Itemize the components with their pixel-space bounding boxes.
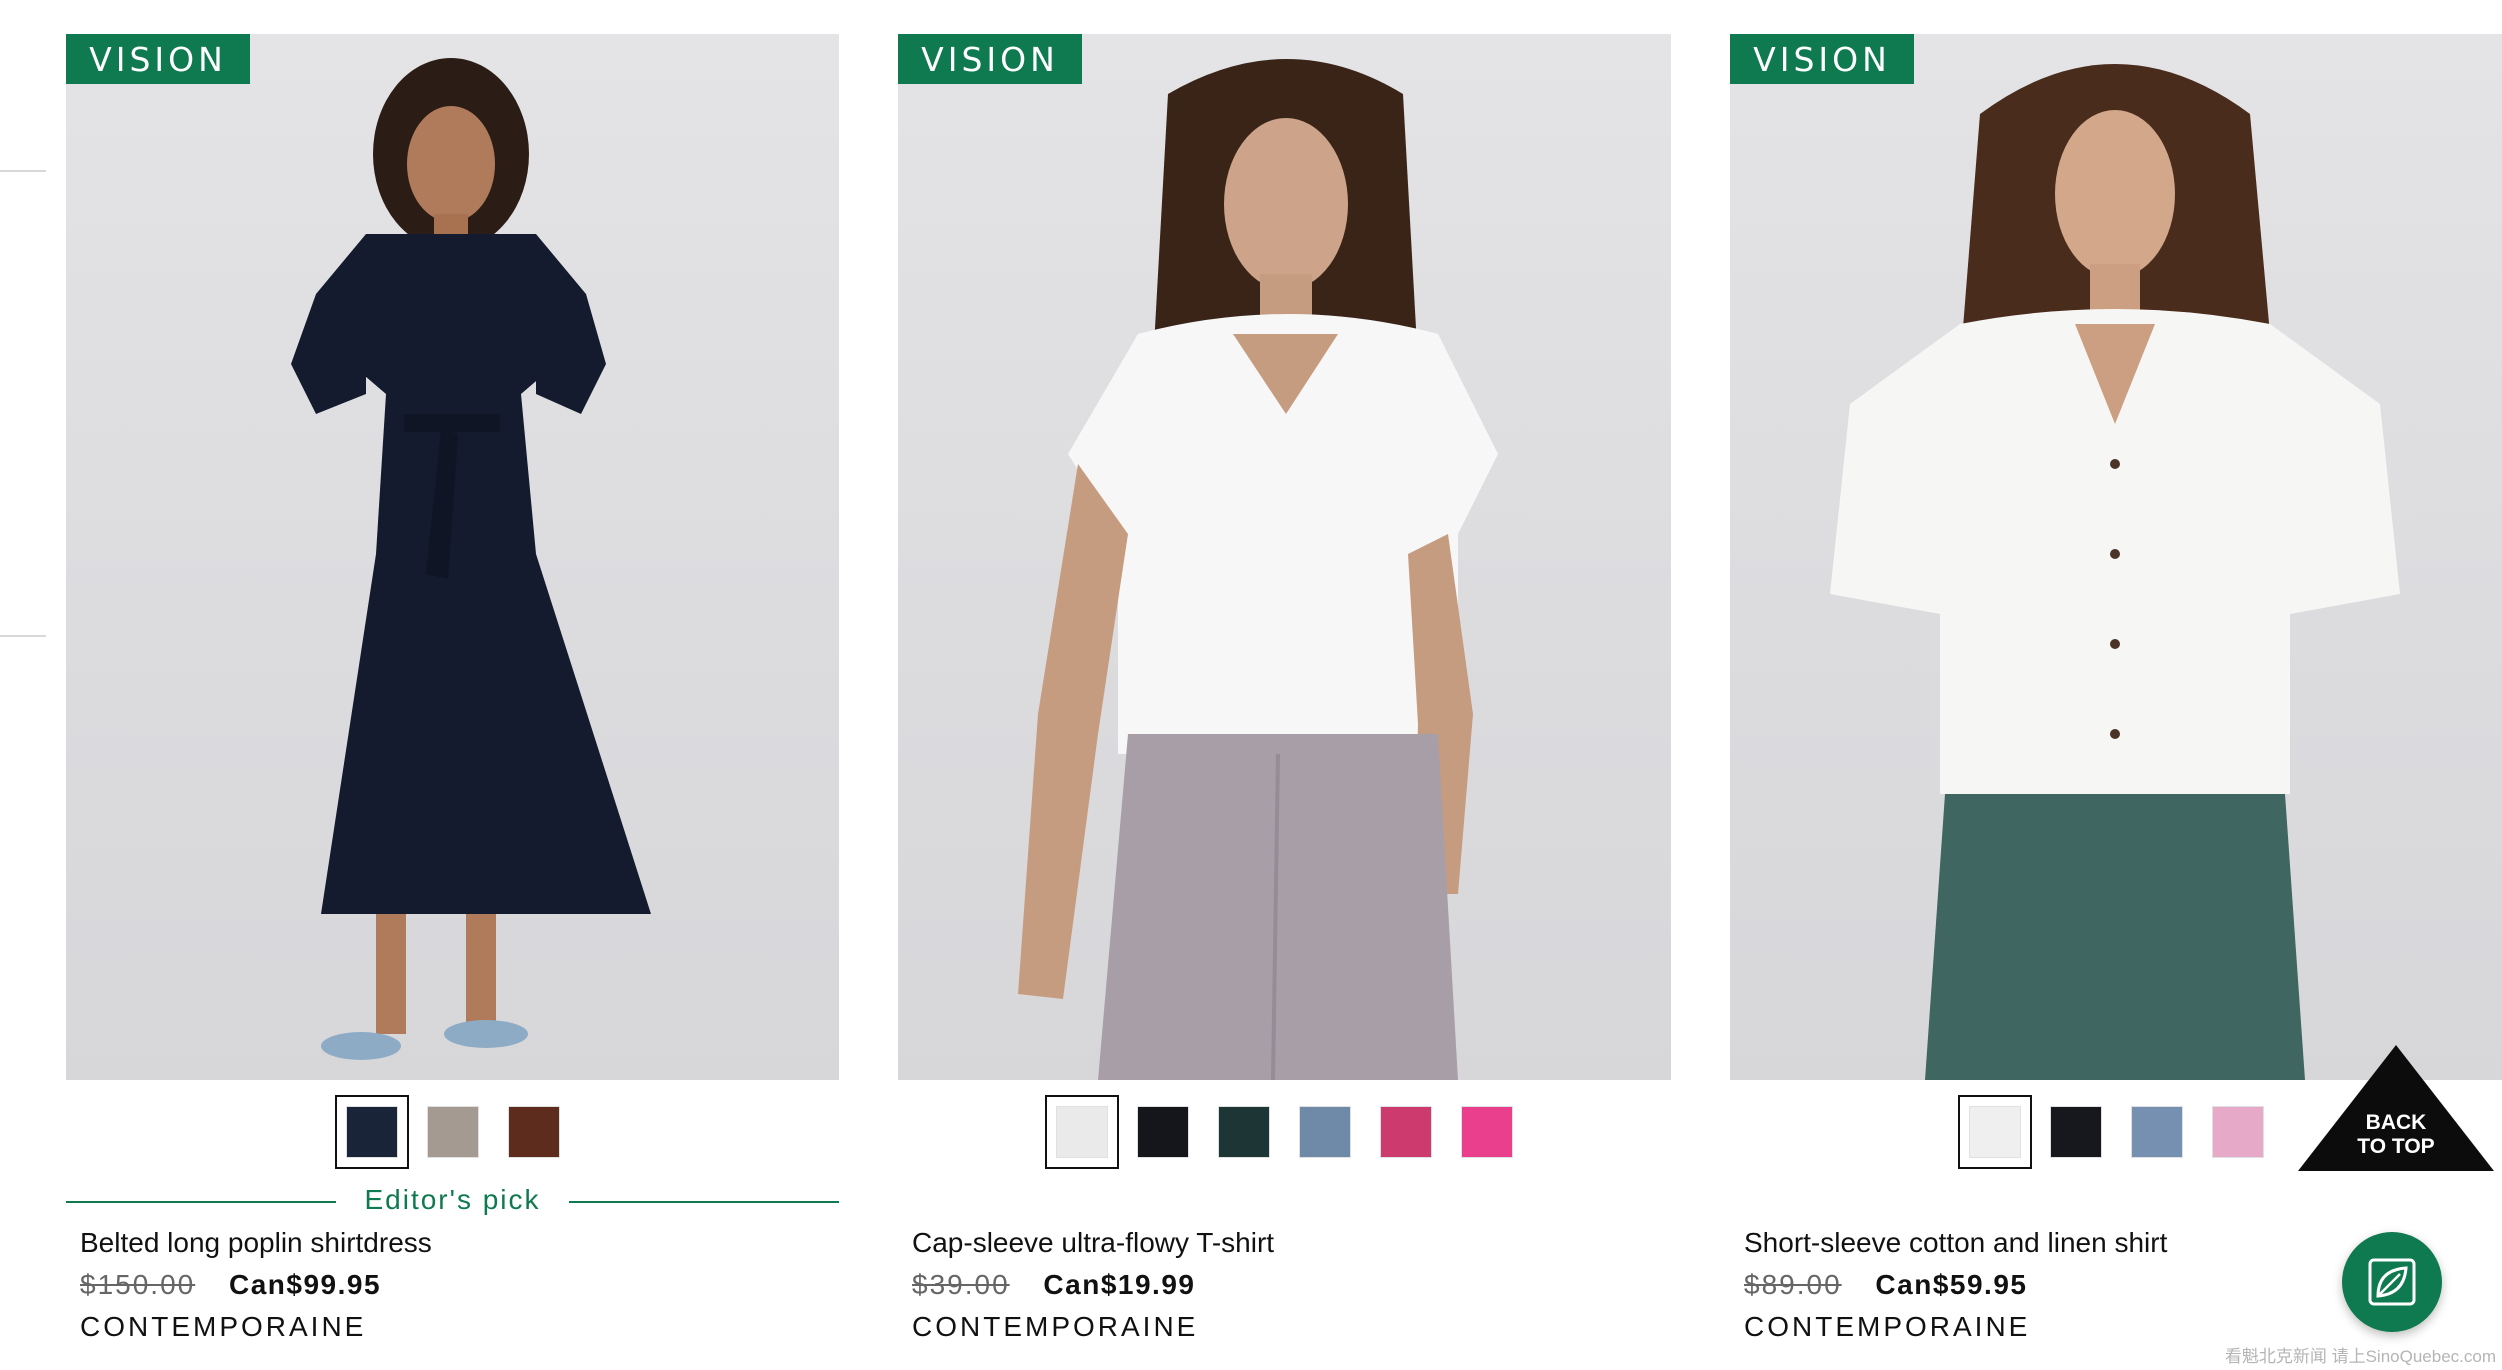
color-swatch-pink[interactable] <box>2212 1106 2264 1158</box>
product-name[interactable]: Belted long poplin shirtdress <box>80 1224 839 1262</box>
left-edge-divider <box>0 170 46 172</box>
back-to-top-label: BACK TO TOP <box>2296 1111 2496 1159</box>
product-card[interactable]: VISION Cap-sleeve ultra-flowy T-shirt $3… <box>898 34 1671 1346</box>
divider <box>569 1201 839 1203</box>
color-swatch-dark-teal[interactable] <box>1218 1106 1270 1158</box>
product-card[interactable]: VISION Editor's pick Belted long poplin … <box>66 34 839 1346</box>
color-swatch-pink[interactable] <box>1461 1106 1513 1158</box>
editors-pick-banner: Editor's pick <box>66 1174 839 1224</box>
model-photo-dress <box>291 58 651 1060</box>
color-swatches <box>66 1095 839 1169</box>
product-brand: CONTEMPORAINE <box>80 1311 367 1342</box>
back-to-top-button[interactable]: BACK TO TOP <box>2296 1043 2496 1173</box>
product-brand: CONTEMPORAINE <box>912 1311 1199 1342</box>
floating-action-button[interactable] <box>2342 1232 2442 1332</box>
editors-pick-label: Editor's pick <box>364 1184 541 1215</box>
product-prices: $150.00 Can$99.95 <box>80 1266 839 1304</box>
product-image[interactable]: VISION <box>898 34 1671 1080</box>
original-price: $150.00 <box>80 1269 196 1300</box>
sale-price: Can$59.95 <box>1875 1269 2028 1300</box>
watermark-text: 看魁北克新闻 请上SinoQuebec.com <box>2224 1347 2496 1366</box>
back-to-top-line2: TO TOP <box>2357 1135 2435 1158</box>
color-swatch-black[interactable] <box>2050 1106 2102 1158</box>
vision-badge: VISION <box>1730 34 1914 84</box>
color-swatch-taupe[interactable] <box>426 1106 479 1158</box>
vision-badge: VISION <box>66 34 250 84</box>
model-photo-shirt <box>1830 64 2400 1080</box>
back-to-top-line1: BACK <box>2365 1111 2427 1134</box>
product-listing-page: VISION Editor's pick Belted long poplin … <box>0 0 2502 1370</box>
color-swatch-black[interactable] <box>1137 1106 1189 1158</box>
leaf-icon <box>2368 1258 2416 1306</box>
original-price: $39.00 <box>912 1269 1010 1300</box>
color-swatch-white[interactable] <box>1045 1095 1119 1169</box>
vision-badge: VISION <box>898 34 1082 84</box>
product-info: Cap-sleeve ultra-flowy T-shirt $39.00 Ca… <box>898 1224 1671 1346</box>
color-swatch-blue[interactable] <box>2131 1106 2183 1158</box>
left-edge-divider <box>0 635 46 637</box>
color-swatches <box>898 1095 1671 1169</box>
product-image[interactable]: VISION <box>1730 34 2502 1080</box>
product-name[interactable]: Cap-sleeve ultra-flowy T-shirt <box>912 1224 1671 1262</box>
model-photo-tshirt <box>1018 59 1498 1080</box>
color-swatch-raspberry[interactable] <box>1380 1106 1432 1158</box>
color-swatch-white[interactable] <box>1958 1095 2032 1169</box>
product-image[interactable]: VISION <box>66 34 839 1080</box>
product-info: Belted long poplin shirtdress $150.00 Ca… <box>66 1224 839 1346</box>
color-swatch-brown[interactable] <box>507 1106 560 1158</box>
sale-price: Can$99.95 <box>229 1269 382 1300</box>
sale-price: Can$19.99 <box>1043 1269 1196 1300</box>
original-price: $89.00 <box>1744 1269 1842 1300</box>
color-swatch-navy[interactable] <box>334 1095 409 1169</box>
product-prices: $39.00 Can$19.99 <box>912 1266 1671 1304</box>
color-swatch-blue[interactable] <box>1299 1106 1351 1158</box>
